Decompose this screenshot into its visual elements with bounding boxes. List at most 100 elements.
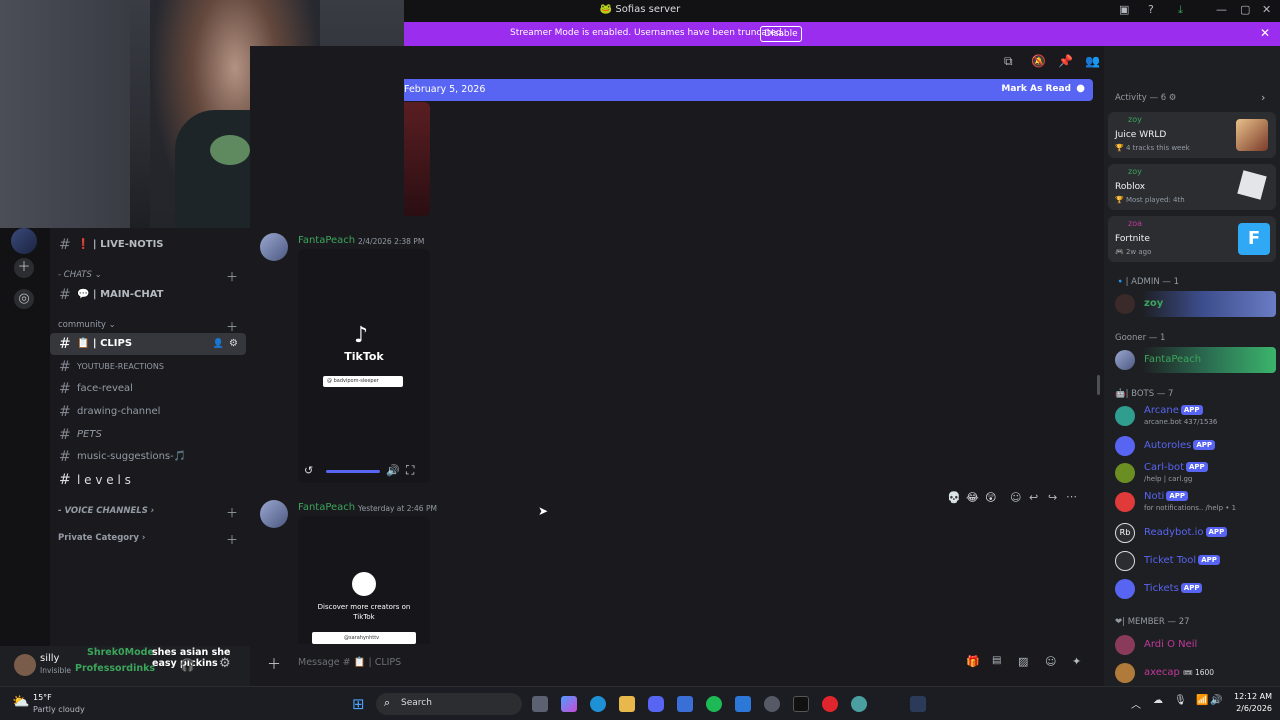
forward-icon[interactable]: ↪ — [1048, 491, 1057, 504]
message-author[interactable]: FantaPeach — [298, 502, 355, 513]
replay-icon[interactable]: ↺ — [304, 464, 313, 477]
video-embed[interactable]: ♪ TikTok @ badvipom-sleeper ↺ 🔊 ⛶ — [298, 249, 430, 483]
download-icon[interactable]: ⤓ — [1178, 3, 1183, 17]
apps-icon[interactable]: ✦ — [1072, 655, 1081, 668]
minimize-button[interactable]: — — [1216, 3, 1227, 16]
taskbar-search[interactable]: ⌕ Search — [376, 693, 522, 715]
member-row[interactable]: Ticket Tool APP — [1108, 549, 1276, 573]
headphones-icon[interactable]: 🎧 — [180, 658, 195, 672]
discord-icon[interactable] — [648, 696, 664, 712]
add-channel-icon[interactable]: ＋ — [226, 531, 238, 548]
mail-icon[interactable] — [735, 696, 751, 712]
add-channel-icon[interactable]: ＋ — [226, 268, 238, 285]
volume-icon[interactable]: 🔊 — [1210, 695, 1222, 706]
member-row[interactable]: zoy — [1108, 291, 1276, 317]
close-icon[interactable]: ✕ — [1260, 26, 1270, 40]
member-row[interactable]: Tickets APP — [1108, 577, 1276, 601]
task-view-icon[interactable] — [532, 696, 548, 712]
channel-music-suggestions[interactable]: # music-suggestions-🎵 — [50, 446, 246, 468]
weather-icon[interactable]: ⛅ — [12, 694, 29, 710]
microphone-icon[interactable]: 🎙 — [1174, 695, 1187, 706]
file-explorer-icon[interactable] — [619, 696, 635, 712]
clock-time[interactable]: 12:12 AM — [1226, 692, 1272, 701]
chevron-up-icon[interactable]: ︿ — [1131, 696, 1141, 711]
member-row[interactable]: Carl-bot APP /help | carl.gg — [1108, 461, 1276, 485]
gear-icon[interactable]: ⚙ — [219, 656, 231, 671]
member-row[interactable]: Autoroles APP — [1108, 434, 1276, 458]
add-reaction-icon[interactable]: ☺ — [1010, 491, 1021, 504]
inbox-icon[interactable]: ▣ — [1119, 3, 1129, 16]
store-icon[interactable] — [677, 696, 693, 712]
discover-icon[interactable]: ◎ — [14, 289, 34, 309]
app-icon[interactable] — [851, 696, 867, 712]
server-icon[interactable] — [11, 228, 37, 254]
channel-clips[interactable]: # 📋 | CLIPS 👤 ⚙ — [50, 333, 246, 355]
add-channel-icon[interactable]: ＋ — [226, 504, 238, 521]
category-community[interactable]: community ⌄ — [58, 320, 116, 330]
settings-icon[interactable]: ⚙ — [229, 333, 238, 355]
member-row[interactable]: Noti APP for notifications.. /help • 1 — [1108, 490, 1276, 514]
category-voice[interactable]: - VOICE CHANNELS › — [58, 506, 154, 516]
disable-button[interactable]: Disable — [760, 26, 802, 42]
mute-icon[interactable]: 🔕 — [1031, 54, 1046, 68]
volume-icon[interactable]: 🔊 — [386, 464, 400, 477]
skull-reaction-icon[interactable]: 💀 — [947, 491, 961, 504]
category-chats[interactable]: - CHATS ⌄ — [58, 270, 102, 280]
laugh-reaction-icon[interactable]: 😂 — [966, 491, 979, 504]
message-author[interactable]: FantaPeach — [298, 235, 355, 246]
member-row[interactable]: Rb Readybot.io APP — [1108, 521, 1276, 545]
channel-live-notis[interactable]: # ❗ | LIVE-NOTIS — [50, 234, 246, 256]
chat-scrollbar[interactable] — [1097, 375, 1100, 395]
emoji-icon[interactable]: ☺ — [1045, 655, 1056, 668]
app-icon[interactable] — [764, 696, 780, 712]
attach-icon[interactable]: ＋ — [267, 654, 281, 674]
shock-reaction-icon[interactable]: 😲 — [985, 491, 996, 504]
reply-icon[interactable]: ↩ — [1029, 491, 1038, 504]
activity-card[interactable]: zoy Juice WRLD 🏆 4 tracks this week — [1108, 112, 1276, 158]
channel-drawing[interactable]: # drawing-channel — [50, 401, 246, 423]
video-embed[interactable]: Discover more creators on TikTok @sarahy… — [298, 516, 430, 644]
member-row[interactable]: Ardi O Neil — [1108, 633, 1276, 657]
opera-icon[interactable] — [822, 696, 838, 712]
tray-icon[interactable]: ☁ — [1153, 695, 1163, 706]
pin-icon[interactable]: 📌 — [1058, 54, 1073, 68]
gift-icon[interactable]: 🎁 — [966, 655, 980, 668]
member-row[interactable]: axecap 🎟 1600 — [1108, 661, 1276, 685]
more-icon[interactable]: ⋯ — [1066, 490, 1077, 503]
avatar[interactable] — [260, 233, 288, 261]
message-input[interactable]: Message # 📋 | CLIPS — [298, 657, 401, 668]
spotify-icon[interactable] — [706, 696, 722, 712]
chevron-right-icon[interactable]: › — [1261, 91, 1265, 104]
wifi-icon[interactable]: 📶 — [1196, 695, 1208, 706]
activity-card[interactable]: zoa Fortnite 🎮 2w ago F — [1108, 216, 1276, 262]
volume-slider[interactable] — [326, 470, 380, 473]
sticker-icon[interactable]: ▨ — [1018, 655, 1028, 668]
start-icon[interactable]: ⊞ — [352, 695, 365, 713]
fullscreen-icon[interactable]: ⛶ — [406, 463, 414, 478]
category-private[interactable]: Private Category › — [58, 533, 145, 543]
copilot-icon[interactable] — [561, 696, 577, 712]
add-server-icon[interactable]: ＋ — [14, 258, 34, 278]
tiktok-icon[interactable] — [793, 696, 809, 712]
maximize-button[interactable]: ▢ — [1240, 3, 1250, 16]
channel-levels[interactable]: # l e v e l s — [50, 469, 246, 491]
video-embed[interactable] — [404, 102, 430, 216]
threads-icon[interactable]: ⧉ — [1004, 54, 1013, 69]
channel-pets[interactable]: # PETS — [50, 424, 246, 446]
member-row[interactable]: Arcane APP arcane.bot 437/1536 — [1108, 404, 1276, 428]
steam-icon[interactable] — [910, 696, 926, 712]
close-window-button[interactable]: ✕ — [1262, 3, 1271, 16]
channel-face-reveal[interactable]: # face-reveal — [50, 378, 246, 400]
invite-icon[interactable]: 👤 — [213, 333, 224, 355]
members-icon[interactable]: 👥 — [1085, 54, 1100, 68]
edge-icon[interactable] — [590, 696, 606, 712]
mark-as-read-button[interactable]: Mark As Read — [1001, 84, 1071, 94]
member-row[interactable]: FantaPeach — [1108, 347, 1276, 373]
channel-youtube-reactions[interactable]: # YOUTUBE-REACTIONS — [50, 356, 246, 378]
avatar[interactable] — [260, 500, 288, 528]
activity-card[interactable]: zoy Roblox 🏆 Most played: 4th — [1108, 164, 1276, 210]
avatar[interactable] — [14, 654, 36, 676]
new-messages-bar[interactable]: February 5, 2026 Mark As Read ● — [404, 79, 1093, 101]
channel-main-chat[interactable]: # 💬 | MAIN-CHAT — [50, 284, 246, 306]
help-icon[interactable]: ? — [1148, 3, 1154, 16]
